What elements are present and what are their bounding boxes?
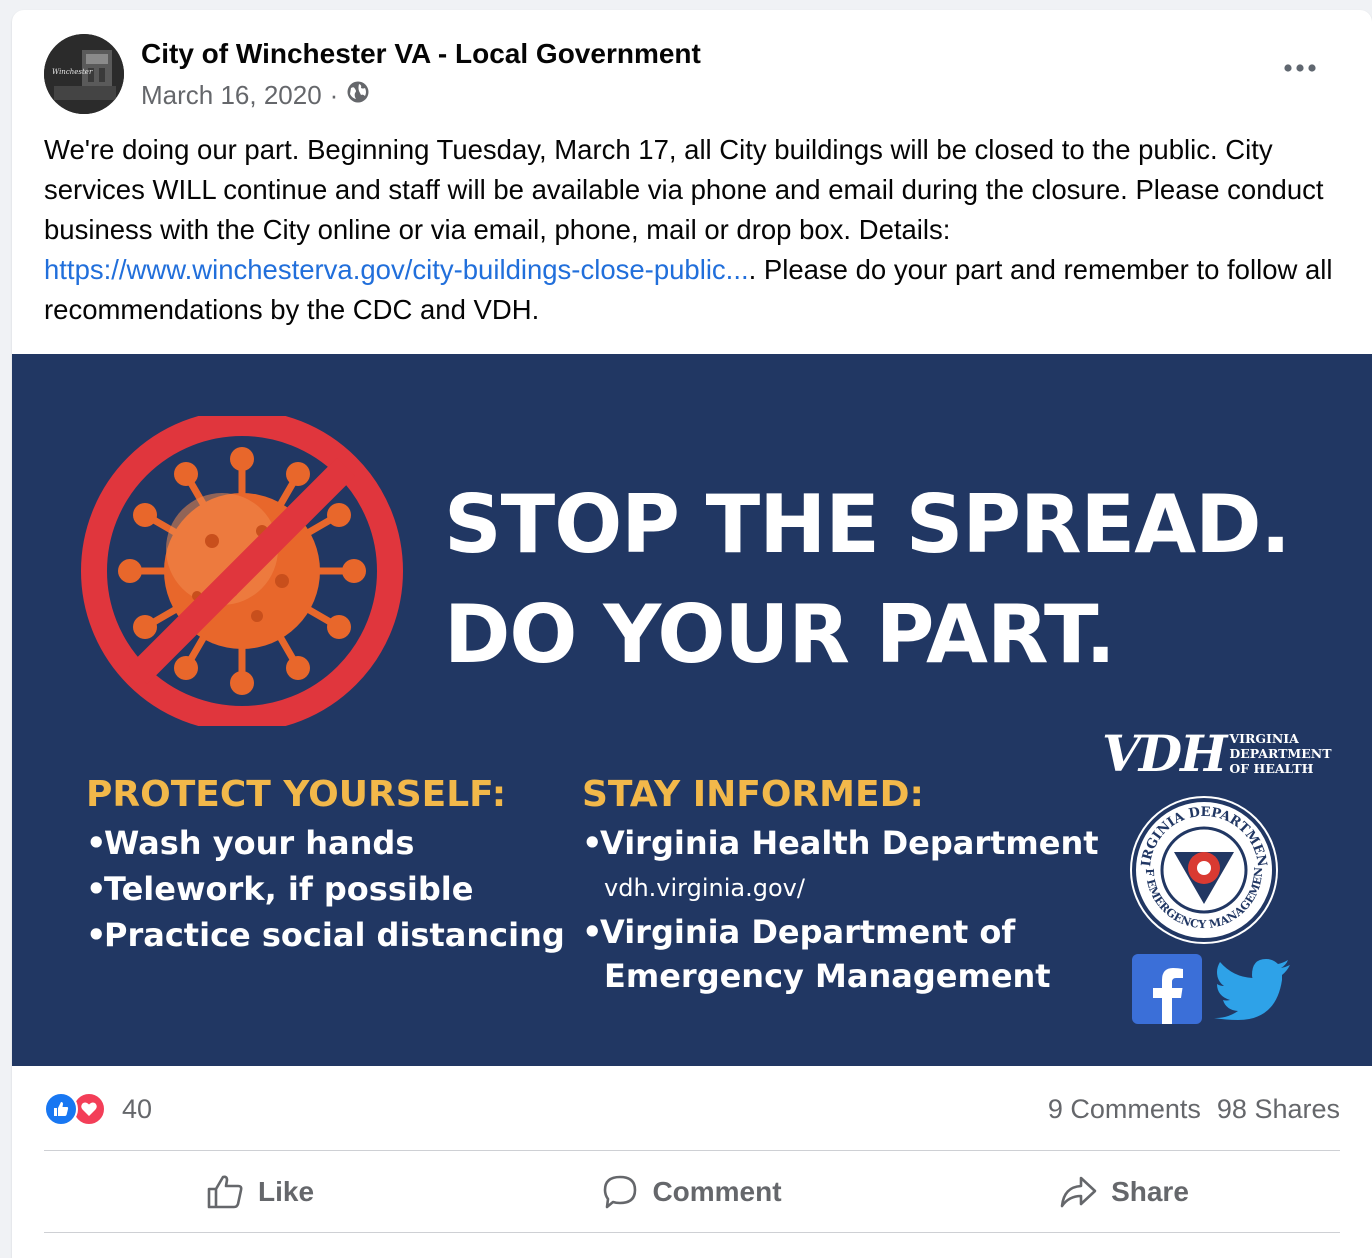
protect-list: •Wash your hands •Telework, if possible …: [86, 820, 565, 958]
protect-item: •Practice social distancing: [86, 916, 565, 954]
no-virus-icon: [81, 416, 403, 726]
informed-item: •Virginia Department of Emergency Manage…: [582, 913, 1051, 995]
more-horizontal-icon: [1284, 64, 1316, 72]
like-button[interactable]: Like: [44, 1160, 476, 1224]
details-link[interactable]: https://www.winchesterva.gov/city-buildi…: [44, 254, 749, 285]
meta-separator: ·: [329, 80, 339, 110]
reaction-count[interactable]: 40: [122, 1094, 152, 1125]
divider: [44, 1150, 1340, 1151]
shares-count[interactable]: 98 Shares: [1217, 1094, 1340, 1125]
banner-headline: STOP THE SPREAD. DO YOUR PART.: [444, 470, 1291, 690]
post-meta: March 16, 2020 ·: [141, 80, 370, 111]
page-name-link[interactable]: City of Winchester VA - Local Government: [141, 38, 701, 70]
share-arrow-icon: [1060, 1176, 1097, 1208]
page-avatar[interactable]: Winchester: [44, 34, 124, 114]
like-reaction-icon: [44, 1092, 78, 1126]
informed-title: STAY INFORMED:: [582, 774, 924, 815]
vdh-url: vdh.virginia.gov/: [604, 874, 805, 902]
comment-icon: [604, 1175, 637, 1209]
facebook-icon: [1132, 954, 1202, 1024]
post-image[interactable]: STOP THE SPREAD. DO YOUR PART. PROTECT Y…: [12, 354, 1372, 1066]
protect-item: •Telework, if possible: [86, 870, 474, 908]
thumbs-up-icon: [207, 1175, 243, 1209]
comments-count[interactable]: 9 Comments: [1048, 1094, 1201, 1125]
informed-list: •Virginia Health Department vdh.virginia…: [582, 820, 1099, 998]
comment-button[interactable]: Comment: [476, 1160, 908, 1224]
headline-line-1: STOP THE SPREAD.: [444, 478, 1291, 571]
reactions-summary[interactable]: 40: [44, 1092, 152, 1126]
protect-item: •Wash your hands: [86, 824, 415, 862]
post-date[interactable]: March 16, 2020: [141, 80, 322, 111]
vdem-seal-icon: VIRGINIA DEPARTMENT OF EMERGENCY MANAGEM…: [1128, 794, 1278, 944]
action-bar: Like Comment Share: [44, 1160, 1340, 1224]
svg-text:Winchester: Winchester: [52, 68, 93, 76]
twitter-icon: [1214, 959, 1290, 1020]
post-stats: 40 9 Comments 98 Shares: [44, 1086, 1340, 1132]
post-card: Winchester City of Winchester VA - Local…: [12, 10, 1372, 1258]
headline-line-2: DO YOUR PART.: [444, 588, 1116, 681]
globe-icon: [346, 80, 370, 111]
informed-item: •Virginia Health Department vdh.virginia…: [582, 820, 1099, 910]
more-options-button[interactable]: [1280, 54, 1320, 82]
share-button[interactable]: Share: [908, 1160, 1340, 1224]
protect-title: PROTECT YOURSELF:: [86, 774, 507, 815]
vdh-logo: VDH VIRGINIA DEPARTMENT OF HEALTH: [1102, 724, 1332, 783]
post-text-part1: We're doing our part. Beginning Tuesday,…: [44, 134, 1324, 245]
divider: [44, 1232, 1340, 1233]
post-message: We're doing our part. Beginning Tuesday,…: [44, 130, 1334, 330]
